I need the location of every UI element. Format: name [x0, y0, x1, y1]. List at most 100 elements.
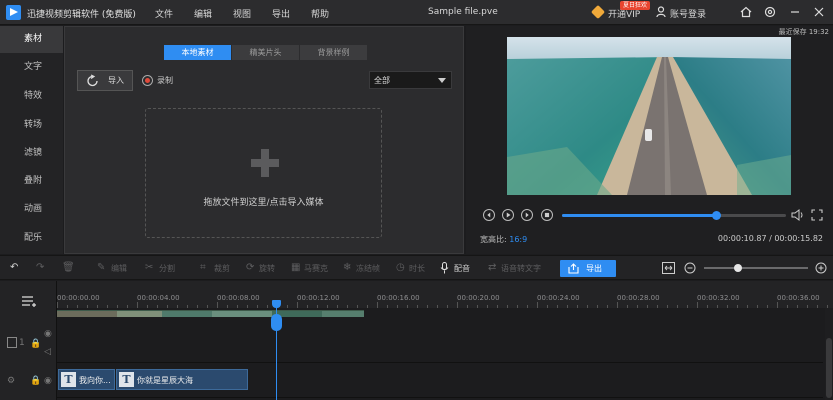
zoom-out-icon[interactable]: [684, 262, 696, 274]
text-lock-icon[interactable]: 🔒: [30, 376, 41, 386]
stop-icon[interactable]: [541, 209, 553, 221]
mosaic-button[interactable]: 马赛克: [304, 263, 328, 274]
scrollbar-thumb[interactable]: [826, 338, 832, 398]
previous-frame-icon[interactable]: [483, 209, 495, 221]
edit-button[interactable]: 编辑: [111, 263, 127, 274]
ruler-tick: [677, 305, 678, 308]
aspect-ratio-value[interactable]: 16:9: [509, 235, 527, 244]
timeline-ruler[interactable]: 00:00:00.00 00:00:04.00 00:00:08.00 00:00:1…: [57, 281, 833, 308]
timeline-scrollbar[interactable]: [825, 308, 833, 400]
export-icon: [568, 263, 579, 274]
export-button[interactable]: 导出: [560, 260, 616, 277]
redo-icon[interactable]: ↷: [36, 263, 44, 273]
sidebar-item-effects[interactable]: 特效: [0, 83, 63, 110]
ruler-tick: [307, 305, 308, 308]
volume-icon[interactable]: [791, 209, 805, 221]
ruler-tick: [197, 305, 198, 308]
sidebar-item-animation[interactable]: 动画: [0, 196, 63, 223]
sidebar-item-material[interactable]: 素材: [0, 26, 63, 53]
tab-intro-templates[interactable]: 精美片头: [232, 45, 300, 60]
chevron-down-icon: [438, 78, 446, 83]
add-track-icon[interactable]: [22, 296, 38, 307]
aspect-ratio-label: 宽高比:: [480, 235, 507, 244]
ruler-tick: [667, 305, 668, 308]
ruler-tick: [347, 305, 348, 308]
text-visibility-icon[interactable]: ◉: [44, 376, 52, 386]
media-dropzone[interactable]: 拖放文件到这里/点击导入媒体: [145, 108, 382, 238]
playback-progress-bar[interactable]: [562, 211, 786, 220]
dropzone-hint: 拖放文件到这里/点击导入媒体: [203, 198, 324, 208]
ruler-tick-label: 00:00:36.00: [777, 294, 820, 302]
crop-button[interactable]: 裁剪: [214, 263, 230, 274]
dub-button[interactable]: 配音: [454, 263, 470, 274]
playhead-marker[interactable]: [272, 300, 281, 308]
visibility-icon[interactable]: ◉: [44, 329, 52, 339]
speech-to-text-button[interactable]: 语音转文字: [501, 263, 541, 274]
freeze-frame-button[interactable]: 冻结帧: [356, 263, 380, 274]
menu-export[interactable]: 导出: [272, 7, 290, 20]
sidebar-item-transitions[interactable]: 转场: [0, 112, 63, 139]
sidebar-item-filters[interactable]: 滤镜: [0, 140, 63, 167]
ruler-tick-label: 00:00:24.00: [537, 294, 580, 302]
login-link[interactable]: 账号登录: [670, 7, 706, 20]
ruler-tick: [697, 302, 698, 308]
video-preview[interactable]: [507, 37, 791, 195]
ruler-tick: [467, 305, 468, 308]
ruler-tick: [487, 305, 488, 308]
mute-icon[interactable]: ◁: [44, 347, 51, 357]
fit-timeline-icon[interactable]: [662, 262, 675, 274]
menu-view[interactable]: 视图: [233, 7, 251, 20]
sidebar-item-overlay[interactable]: 叠附: [0, 168, 63, 195]
settings-icon[interactable]: [762, 4, 778, 20]
progress-fill: [562, 214, 716, 217]
zoom-slider[interactable]: [704, 267, 808, 269]
home-icon[interactable]: [738, 4, 754, 20]
play-icon[interactable]: [502, 209, 514, 221]
next-frame-icon[interactable]: [521, 209, 533, 221]
split-button[interactable]: 分割: [159, 263, 175, 274]
menu-edit[interactable]: 编辑: [194, 7, 212, 20]
edit-toolbar: ↶ ↷ 🗑 ✎ 编辑 ✂ 分割 ⌗ 裁剪 ⟳ 旋转 ▦ 马赛克 ❄ 冻结帧 ◷ …: [0, 255, 833, 280]
menu-file[interactable]: 文件: [155, 7, 173, 20]
zoom-in-icon[interactable]: [815, 262, 827, 274]
fullscreen-icon[interactable]: [811, 209, 823, 221]
record-icon[interactable]: [142, 75, 153, 86]
zoom-slider-handle[interactable]: [734, 264, 743, 272]
menu-help[interactable]: 帮助: [311, 7, 329, 20]
ruler-tick: [717, 305, 718, 308]
playhead-handle[interactable]: [271, 314, 282, 331]
sidebar-item-music[interactable]: 配乐: [0, 225, 63, 252]
delete-icon[interactable]: 🗑: [62, 263, 75, 273]
import-button[interactable]: 导入: [77, 70, 133, 91]
aspect-ratio[interactable]: 宽高比: 16:9: [480, 234, 527, 245]
sidebar-item-text[interactable]: 文字: [0, 54, 63, 81]
undo-icon[interactable]: ↶: [10, 263, 18, 273]
media-filter-select[interactable]: 全部: [369, 71, 452, 89]
lock-icon[interactable]: 🔒: [30, 339, 41, 349]
ruler-tick: [537, 302, 538, 308]
playback-timecode: 00:00:10.87 / 00:00:15.82: [717, 234, 823, 243]
rotate-button[interactable]: 旋转: [259, 263, 275, 274]
ruler-tick: [237, 305, 238, 308]
text-clip[interactable]: T 你就是星辰大海: [116, 369, 248, 390]
minimize-icon[interactable]: [787, 4, 803, 20]
ruler-tick: [597, 305, 598, 308]
tab-local-material[interactable]: 本地素材: [164, 45, 232, 60]
text-clip-label: 你就是星辰大海: [137, 376, 193, 385]
ruler-tick: [187, 305, 188, 308]
ruler-tick: [217, 302, 218, 308]
record-button[interactable]: 录制: [157, 75, 173, 86]
text-clip[interactable]: T 我向你...: [58, 369, 115, 390]
video-track[interactable]: [57, 316, 823, 363]
vip-diamond-icon[interactable]: [590, 4, 606, 20]
media-library-panel: 本地素材 精美片头 背景样例 导入 录制 全部 拖放文件到这里/点击导入媒体: [64, 26, 464, 254]
edit-icon: ✎: [97, 262, 106, 273]
duration-button[interactable]: 时长: [409, 263, 425, 274]
ruler-tick: [757, 305, 758, 308]
progress-handle[interactable]: [711, 211, 721, 220]
timeline: 1 ◉ 🔒 ◁ ⚙ 🔒 ◉ 00:00:00.00 00:00:04.00 00:0…: [0, 281, 833, 400]
tab-background-samples[interactable]: 背景样例: [300, 45, 368, 60]
user-icon[interactable]: [656, 6, 666, 18]
text-track[interactable]: T 我向你... T 你就是星辰大海: [57, 363, 823, 398]
close-icon[interactable]: [811, 4, 827, 20]
